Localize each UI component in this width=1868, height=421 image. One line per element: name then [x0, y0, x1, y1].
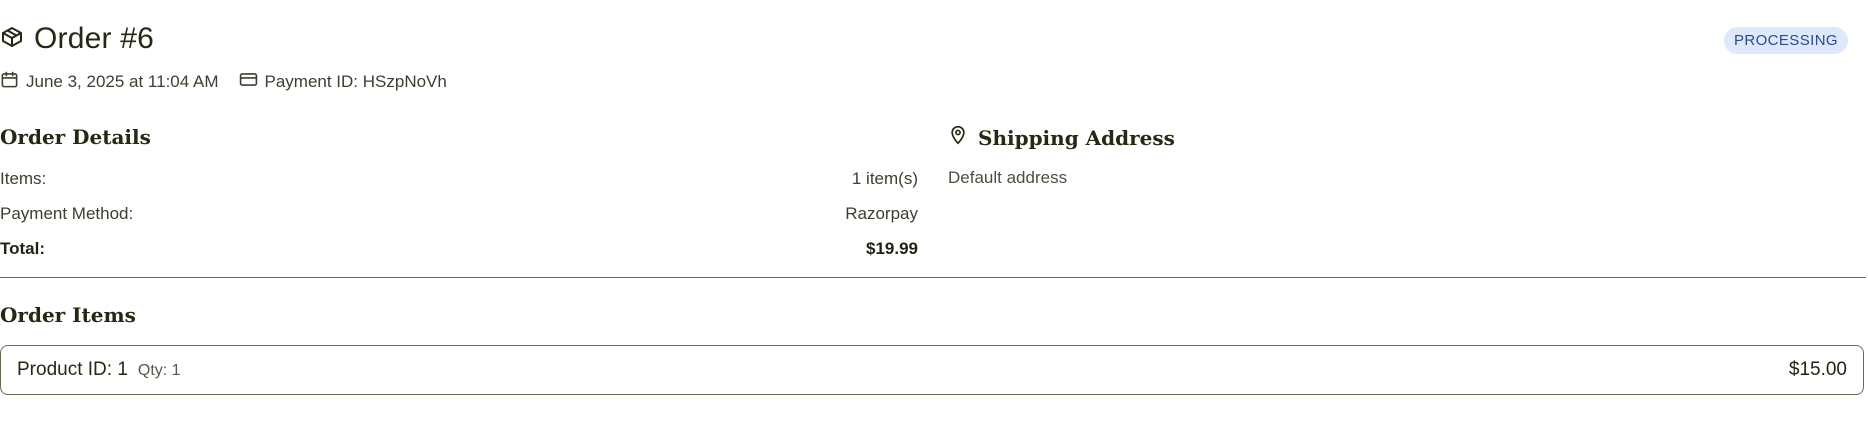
detail-value: 1 item(s) [851, 168, 918, 188]
order-date-text: June 3, 2025 at 11:04 AM [26, 72, 219, 91]
detail-label: Total: [0, 238, 46, 258]
shipping-address-text: Default address [948, 168, 1068, 187]
payment-id: Payment ID: HSzpNoVh [239, 70, 447, 94]
detail-row-payment-method: Payment Method: Razorpay [0, 196, 918, 231]
order-items-title: Order Items [0, 303, 136, 327]
order-item-name: Product ID: 1 [17, 359, 128, 380]
order-item-row[interactable]: Product ID: 1 Qty: 1 $15.00 [0, 345, 1864, 395]
detail-row-total: Total: $19.99 [0, 231, 918, 266]
package-icon [0, 25, 24, 54]
shipping-address: Shipping Address Default address [948, 125, 1175, 188]
divider [0, 277, 1866, 278]
payment-id-text: Payment ID: HSzpNoVh [264, 72, 447, 91]
order-item-qty: Qty: 1 [137, 362, 181, 379]
order-date: June 3, 2025 at 11:04 AM [0, 70, 219, 94]
shipping-address-title: Shipping Address [978, 125, 1175, 150]
order-details: Order Details Items: 1 item(s) Payment M… [0, 125, 918, 266]
order-page: Order #6 PROCESSING June 3, 2025 at 11:0… [0, 0, 1868, 421]
status-badge: PROCESSING [1723, 27, 1848, 54]
shipping-address-header: Shipping Address [948, 125, 1175, 150]
order-item-price: $15.00 [1788, 359, 1847, 380]
detail-label: Items: [0, 168, 47, 188]
detail-row-items: Items: 1 item(s) [0, 161, 918, 196]
map-pin-icon [948, 125, 968, 150]
detail-value: Razorpay [845, 203, 918, 223]
order-item-info: Product ID: 1 Qty: 1 [17, 359, 181, 381]
page-title: Order #6 [34, 22, 154, 55]
order-header: Order #6 [0, 22, 154, 56]
detail-label: Payment Method: [0, 203, 134, 223]
calendar-icon [0, 70, 19, 94]
order-details-title: Order Details [0, 125, 151, 149]
credit-card-icon [239, 70, 258, 94]
detail-value: $19.99 [866, 238, 918, 258]
order-meta: June 3, 2025 at 11:04 AM Payment ID: HSz… [0, 70, 447, 94]
